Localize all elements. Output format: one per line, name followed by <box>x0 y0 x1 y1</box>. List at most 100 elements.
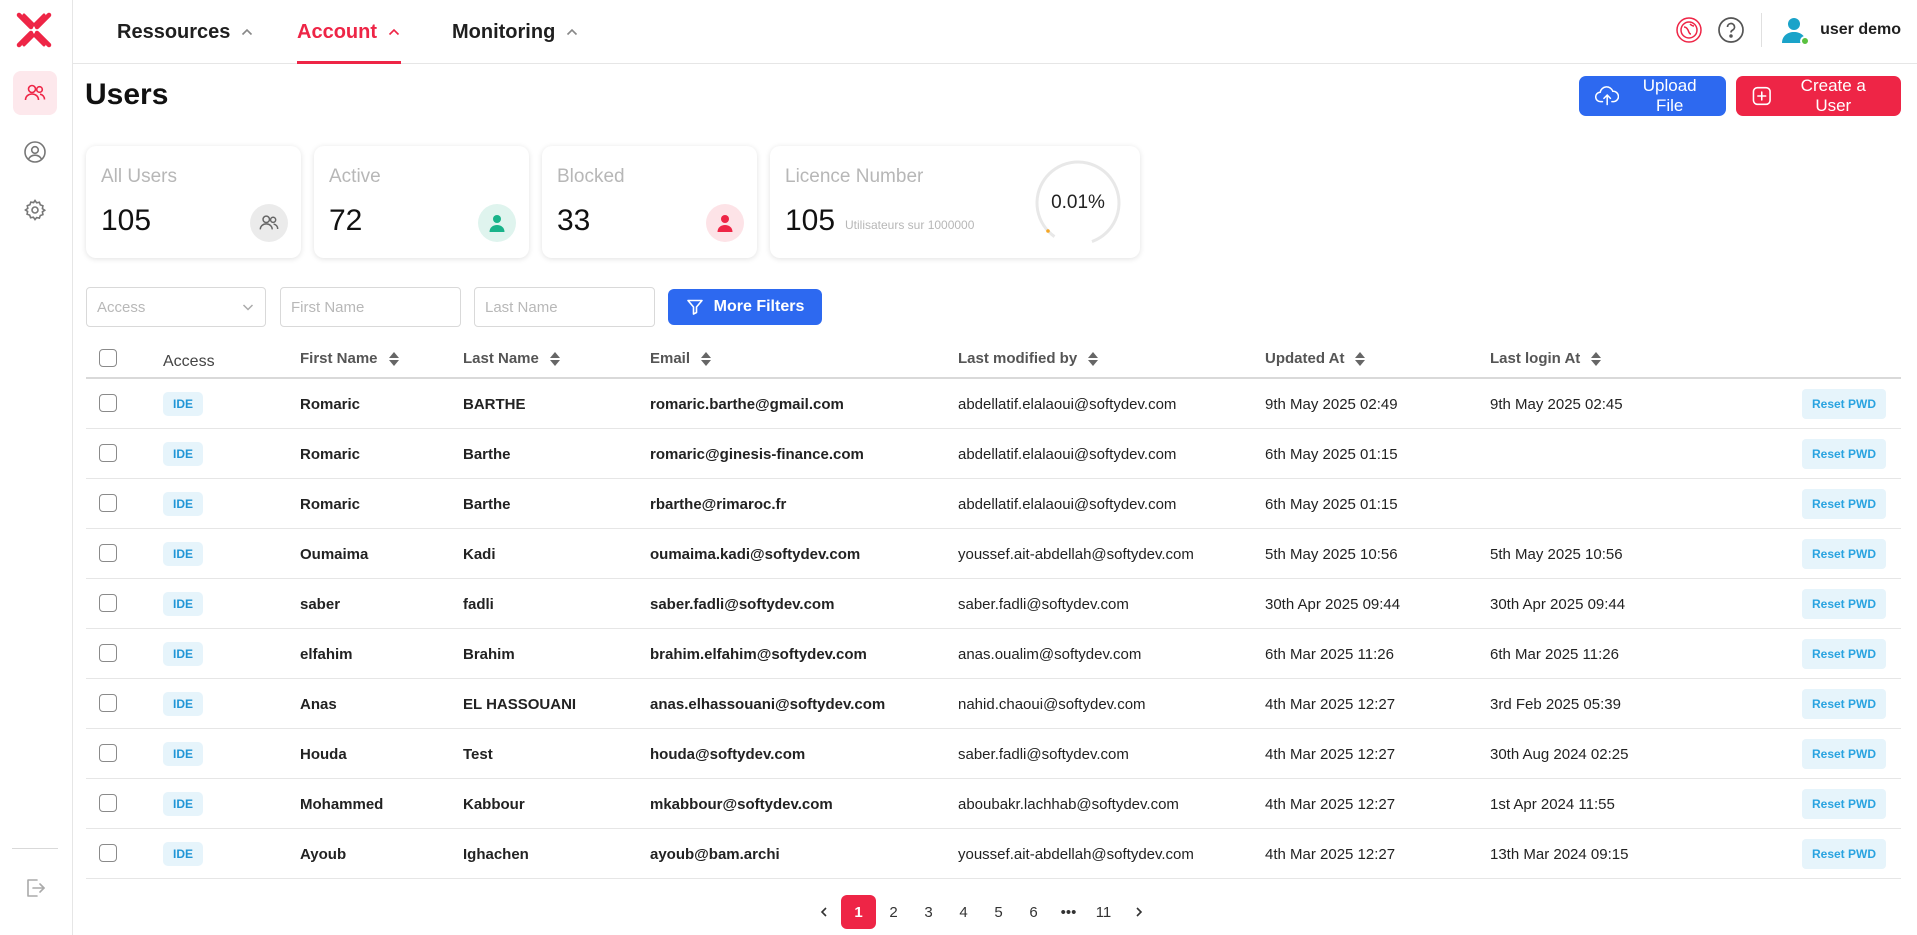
gear-icon <box>24 199 47 221</box>
chevron-up-icon <box>567 28 578 36</box>
table-row[interactable]: IDE Anas EL HASSOUANI anas.elhassouani@s… <box>86 679 1901 729</box>
reset-password-button[interactable]: Reset PWD <box>1802 439 1886 469</box>
page-button-3[interactable]: 3 <box>911 895 946 929</box>
row-checkbox[interactable] <box>99 494 117 512</box>
updated-at-cell: 9th May 2025 02:49 <box>1265 395 1398 413</box>
column-email[interactable]: Email <box>650 338 712 379</box>
next-page-button[interactable] <box>1121 895 1156 929</box>
row-checkbox[interactable] <box>99 644 117 662</box>
reset-password-button[interactable]: Reset PWD <box>1802 539 1886 569</box>
access-badge: IDE <box>163 742 204 766</box>
online-status-dot <box>1800 36 1811 46</box>
row-checkbox[interactable] <box>99 394 117 412</box>
prev-page-button[interactable] <box>806 895 841 929</box>
upload-file-button[interactable]: Upload File <box>1579 76 1726 116</box>
modified-by-cell: abdellatif.elalaoui@softydev.com <box>958 395 1177 413</box>
page-button-4[interactable]: 4 <box>946 895 981 929</box>
logout-icon <box>27 879 45 897</box>
column-last-modified-by[interactable]: Last modified by <box>958 338 1099 379</box>
page-button-11[interactable]: 11 <box>1086 895 1121 929</box>
logout-button[interactable] <box>13 866 57 910</box>
reset-password-button[interactable]: Reset PWD <box>1802 589 1886 619</box>
sidebar-item-profile[interactable] <box>13 130 57 174</box>
chevron-down-icon <box>242 304 254 311</box>
column-updated-at[interactable]: Updated At <box>1265 338 1366 379</box>
sort-icon[interactable] <box>1354 350 1366 368</box>
table-row[interactable]: IDE Romaric BARTHE romaric.barthe@gmail.… <box>86 379 1901 429</box>
row-checkbox[interactable] <box>99 444 117 462</box>
column-first-name[interactable]: First Name <box>300 338 400 379</box>
updated-at-cell: 6th May 2025 01:15 <box>1265 445 1398 463</box>
table-row[interactable]: IDE Oumaima Kadi oumaima.kadi@softydev.c… <box>86 529 1901 579</box>
column-last-name[interactable]: Last Name <box>463 338 561 379</box>
page-ellipsis[interactable]: ••• <box>1051 895 1086 929</box>
column-email-label: Email <box>650 350 691 367</box>
sort-icon[interactable] <box>700 350 712 368</box>
licence-subtext: Utilisateurs sur 1000000 <box>845 218 975 232</box>
sort-icon[interactable] <box>1087 350 1099 368</box>
chevron-right-icon <box>1135 907 1142 917</box>
sort-icon[interactable] <box>1590 350 1602 368</box>
more-filters-button[interactable]: More Filters <box>668 289 822 325</box>
last-login-cell: 5th May 2025 10:56 <box>1490 545 1623 563</box>
row-checkbox[interactable] <box>99 844 117 862</box>
row-checkbox[interactable] <box>99 794 117 812</box>
more-filters-label: More Filters <box>713 298 805 315</box>
row-checkbox[interactable] <box>99 694 117 712</box>
first-name-cell: Romaric <box>300 395 361 413</box>
row-checkbox[interactable] <box>99 544 117 562</box>
table-row[interactable]: IDE Houda Test houda@softydev.com saber.… <box>86 729 1901 779</box>
user-menu[interactable]: user demo <box>1780 16 1901 46</box>
upload-file-label: Upload File <box>1642 76 1697 115</box>
select-all-checkbox[interactable] <box>99 349 117 367</box>
last-name-cell: Kadi <box>463 545 496 563</box>
sort-icon[interactable] <box>388 350 400 368</box>
sidebar <box>0 0 73 935</box>
updated-at-cell: 4th Mar 2025 12:27 <box>1265 845 1396 863</box>
email-cell: houda@softydev.com <box>650 745 806 763</box>
nav-account[interactable]: Account <box>297 0 401 64</box>
first-name-filter-input[interactable] <box>280 287 461 327</box>
page-button-6[interactable]: 6 <box>1016 895 1051 929</box>
row-checkbox[interactable] <box>99 744 117 762</box>
nav-monitoring[interactable]: Monitoring <box>452 0 579 64</box>
table-row[interactable]: IDE saber fadli saber.fadli@softydev.com… <box>86 579 1901 629</box>
locale-button[interactable] <box>1673 14 1705 46</box>
stat-card-licence: Licence Number 105 Utilisateurs sur 1000… <box>770 146 1140 258</box>
column-last-modified-by-label: Last modified by <box>958 350 1078 367</box>
last-login-cell: 1st Apr 2024 11:55 <box>1490 795 1615 813</box>
nav-ressources-label: Ressources <box>117 20 231 43</box>
reset-password-button[interactable]: Reset PWD <box>1802 689 1886 719</box>
last-name-cell: Kabbour <box>463 795 525 813</box>
page-button-5[interactable]: 5 <box>981 895 1016 929</box>
reset-password-button[interactable]: Reset PWD <box>1802 639 1886 669</box>
page-button-1[interactable]: 1 <box>841 895 876 929</box>
last-name-filter-input[interactable] <box>474 287 655 327</box>
table-row[interactable]: IDE Romaric Barthe romaric@ginesis-finan… <box>86 429 1901 479</box>
row-checkbox[interactable] <box>99 594 117 612</box>
table-row[interactable]: IDE Ayoub Ighachen ayoub@bam.archi youss… <box>86 829 1901 879</box>
reset-password-button[interactable]: Reset PWD <box>1802 489 1886 519</box>
access-filter-select[interactable]: Access <box>86 287 266 327</box>
reset-password-button[interactable]: Reset PWD <box>1802 839 1886 869</box>
help-button[interactable] <box>1715 14 1747 46</box>
chevron-left-icon <box>820 907 827 917</box>
table-body: IDE Romaric BARTHE romaric.barthe@gmail.… <box>86 379 1901 879</box>
nav-ressources[interactable]: Ressources <box>117 0 254 64</box>
column-last-login-at[interactable]: Last login At <box>1490 338 1602 379</box>
sidebar-item-settings[interactable] <box>13 188 57 232</box>
table-row[interactable]: IDE Romaric Barthe rbarthe@rimaroc.fr ab… <box>86 479 1901 529</box>
email-cell: romaric.barthe@gmail.com <box>650 395 844 413</box>
table-row[interactable]: IDE Mohammed Kabbour mkabbour@softydev.c… <box>86 779 1901 829</box>
table-row[interactable]: IDE elfahim Brahim brahim.elfahim@softyd… <box>86 629 1901 679</box>
reset-password-button[interactable]: Reset PWD <box>1802 789 1886 819</box>
sidebar-item-users[interactable] <box>13 71 57 115</box>
pagination: 1 2 3 4 5 6 ••• 11 <box>806 895 1156 929</box>
email-cell: saber.fadli@softydev.com <box>650 595 835 613</box>
reset-password-button[interactable]: Reset PWD <box>1802 739 1886 769</box>
create-user-button[interactable]: Create a User <box>1736 76 1901 116</box>
page-button-2[interactable]: 2 <box>876 895 911 929</box>
sort-icon[interactable] <box>549 350 561 368</box>
app-logo[interactable] <box>14 10 54 50</box>
reset-password-button[interactable]: Reset PWD <box>1802 389 1886 419</box>
